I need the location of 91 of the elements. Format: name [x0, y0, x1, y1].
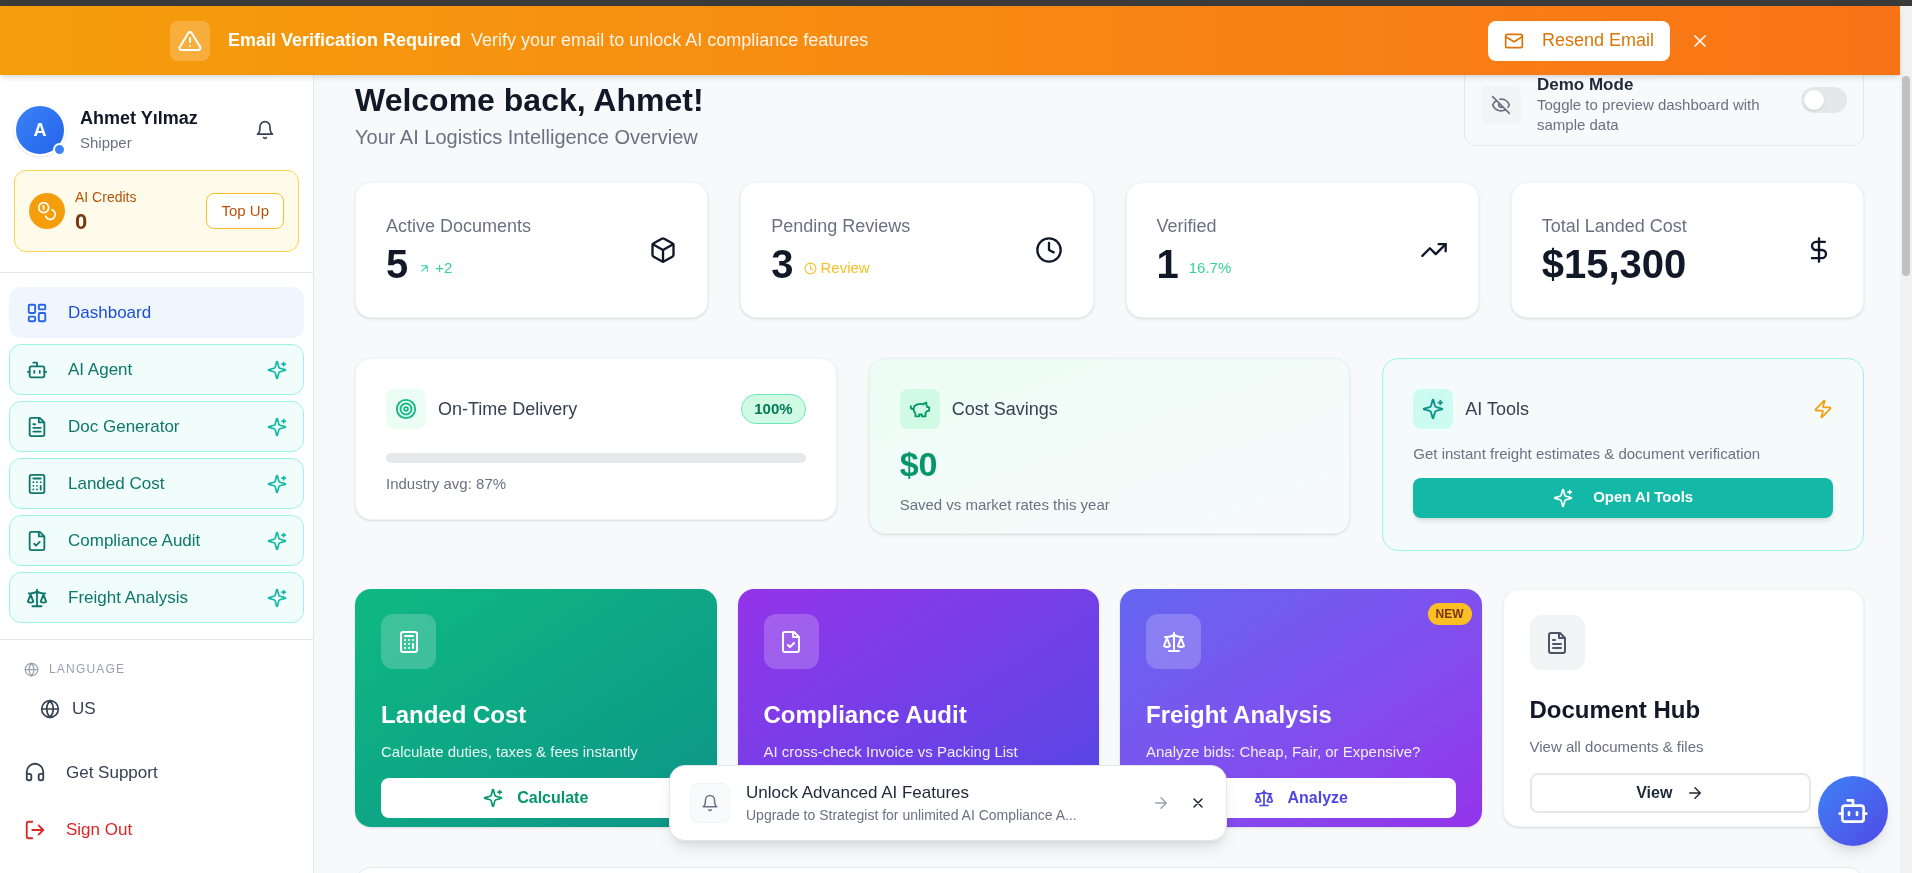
nav-item[interactable]: AI Agent — [9, 344, 304, 395]
banner-title: Email Verification Required — [228, 29, 462, 52]
coins-icon — [37, 201, 57, 221]
stat-label: Verified — [1156, 214, 1218, 238]
nav-item[interactable]: Dashboard — [9, 287, 304, 338]
bell-icon — [255, 120, 275, 140]
nav-item[interactable]: Compliance Audit — [9, 515, 304, 566]
card-title: AI Tools — [1465, 397, 1530, 421]
language-heading: LANGUAGE — [49, 661, 126, 678]
dashboard-icon — [26, 301, 48, 324]
scale-icon — [1161, 629, 1186, 654]
user-role: Shipper — [80, 133, 133, 154]
card-title: On-Time Delivery — [438, 397, 578, 421]
stat-delta: Review — [820, 258, 870, 278]
package-icon — [649, 236, 678, 264]
sparkle-icon — [483, 787, 504, 808]
open-button[interactable] — [1152, 794, 1170, 812]
demo-mode-toggle[interactable] — [1801, 87, 1847, 113]
scrollbar[interactable] — [1902, 76, 1910, 276]
language-selector[interactable]: US — [40, 696, 96, 722]
stat-value: 3 — [771, 240, 794, 288]
demo-mode-description: Toggle to preview dashboard with sample data — [1537, 95, 1761, 135]
stat-delta: 16.7% — [1188, 258, 1232, 278]
feature-title: Compliance Audit — [763, 700, 968, 730]
stat-value: 5 — [386, 240, 409, 288]
sparkle-icon — [267, 416, 287, 437]
toast-title: Unlock Advanced AI Features — [746, 781, 971, 804]
arrow-right-icon — [1152, 794, 1170, 812]
sparkle-icon — [267, 530, 287, 551]
target-icon — [395, 398, 417, 420]
stat-label: Pending Reviews — [771, 214, 911, 238]
clock-icon — [1034, 236, 1063, 264]
document-icon — [26, 415, 48, 438]
ai-tools-description: Get instant freight estimates & document verification — [1413, 444, 1762, 464]
nav-item[interactable]: Landed Cost — [9, 458, 304, 509]
feature-title: Landed Cost — [381, 700, 528, 730]
nav-item[interactable]: Doc Generator — [9, 401, 304, 452]
feature-description: Calculate duties, taxes & fees instantly — [381, 742, 639, 762]
assistant-button[interactable] — [1818, 776, 1888, 846]
percent-badge: 100% — [741, 393, 806, 425]
eye-off-icon — [1491, 95, 1511, 115]
feature-description: View all documents & files — [1529, 737, 1705, 757]
document-icon — [1545, 630, 1569, 655]
lightning-icon — [1813, 399, 1833, 419]
sign-out-icon — [24, 818, 46, 841]
scale-icon — [1253, 787, 1274, 808]
savings-note: Saved vs market rates this year — [899, 495, 1111, 515]
stat-value: $15,300 — [1541, 240, 1687, 288]
sparkle-icon — [1553, 487, 1574, 508]
credits-value: 0 — [75, 207, 89, 236]
sign-out-link[interactable]: Sign Out — [24, 817, 133, 843]
clock-icon — [803, 261, 817, 275]
feature-description: Analyze bids: Cheap, Fair, or Expensive? — [1146, 742, 1422, 762]
feature-description: AI cross-check Invoice vs Packing List — [763, 742, 1019, 762]
bell-icon — [701, 794, 719, 812]
scale-icon — [26, 586, 48, 609]
notifications-button[interactable] — [255, 120, 275, 140]
user-name: Ahmet Yılmaz — [80, 107, 198, 131]
resend-email-button[interactable]: Resend Email — [1487, 20, 1670, 61]
credits-label: AI Credits — [75, 187, 137, 207]
page-subtitle: Your AI Logistics Intelligence Overview — [355, 125, 699, 150]
avatar: A — [14, 104, 66, 156]
get-support-link[interactable]: Get Support — [24, 759, 158, 785]
document-check-icon — [26, 529, 48, 552]
document-check-icon — [779, 629, 803, 654]
warning-icon — [178, 28, 202, 53]
nav-item[interactable]: Freight Analysis — [9, 572, 304, 623]
savings-value: $0 — [899, 444, 939, 485]
globe-icon — [24, 661, 39, 677]
top-up-button[interactable]: Top Up — [206, 193, 284, 229]
industry-average: Industry avg: 87% — [386, 474, 508, 494]
stat-label: Total Landed Cost — [1541, 214, 1687, 238]
new-badge: NEW — [1427, 603, 1472, 625]
demo-mode-title: Demo Mode — [1537, 75, 1635, 95]
headset-icon — [24, 761, 46, 784]
toast-message: Upgrade to Strategist for unlimited AI Compliance A... — [746, 806, 1078, 826]
sparkle-icon — [267, 359, 287, 380]
banner-message: Verify your email to unlock AI compliance features — [471, 29, 869, 52]
stat-label: Active Documents — [386, 214, 532, 238]
sparkle-icon — [1422, 398, 1445, 420]
sparkle-icon — [267, 473, 287, 494]
stat-value: 1 — [1156, 240, 1179, 288]
feature-title: Freight Analysis — [1146, 700, 1333, 730]
calculator-icon — [26, 472, 48, 495]
feature-button[interactable]: View — [1529, 772, 1811, 813]
feature-title: Document Hub — [1529, 695, 1702, 725]
card-title: Cost Savings — [951, 397, 1058, 421]
globe-icon — [40, 698, 60, 719]
sparkle-icon — [267, 587, 287, 608]
page-title: Welcome back, Ahmet! — [355, 82, 704, 118]
stat-delta: +2 — [435, 258, 453, 278]
